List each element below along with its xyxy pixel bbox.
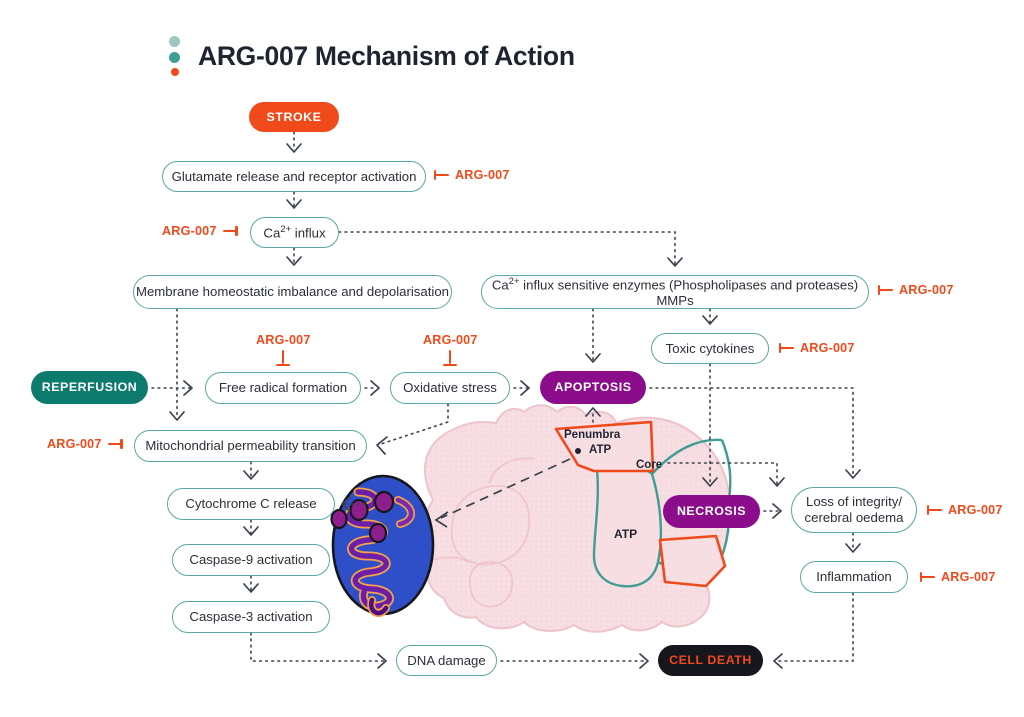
- inhibitor-marker-arg-inflam: ARG-007: [920, 570, 996, 584]
- inhibitor-marker-arg-glutamate: ARG-007: [434, 168, 510, 182]
- node-label: NECROSIS: [676, 504, 747, 519]
- node-glutamate[interactable]: Glutamate release and receptor activatio…: [162, 161, 426, 192]
- inhibitor-label: ARG-007: [455, 168, 510, 182]
- node-casp3[interactable]: Caspase-3 activation: [172, 601, 330, 633]
- inhibitor-marker-arg-mpt: ARG-007: [47, 437, 123, 451]
- inhibition-tbar-icon: [107, 439, 123, 449]
- inhibitor-label: ARG-007: [941, 570, 996, 584]
- node-apoptosis[interactable]: APOPTOSIS: [540, 371, 646, 404]
- node-label: Membrane homeostatic imbalance and depol…: [135, 284, 450, 300]
- inhibitor-marker-arg-enzymes: ARG-007: [878, 283, 954, 297]
- inhibition-tbar-icon: [276, 350, 291, 367]
- node-lossint[interactable]: Loss of integrity/cerebral oedema: [791, 487, 917, 533]
- diagram-canvas: ARG-007 Mechanism of Action Penumbra ATP…: [0, 0, 1024, 717]
- node-label: Toxic cytokines: [665, 340, 755, 356]
- node-label: Oxidative stress: [403, 380, 497, 396]
- node-calcium[interactable]: Ca2+ influx: [250, 217, 339, 248]
- inhibition-tbar-icon: [434, 170, 449, 180]
- inhibitor-marker-arg-cytokines: ARG-007: [779, 341, 855, 355]
- node-label: Glutamate release and receptor activatio…: [171, 168, 417, 184]
- inhibition-tbar-icon: [920, 572, 935, 582]
- inhibitor-marker-arg-freerad: ARG-007: [256, 333, 311, 367]
- node-label: REPERFUSION: [41, 380, 138, 395]
- node-oxidative[interactable]: Oxidative stress: [390, 372, 510, 404]
- node-cytokines[interactable]: Toxic cytokines: [651, 333, 769, 364]
- node-label: Caspase-3 activation: [189, 609, 313, 625]
- node-label: STROKE: [266, 109, 322, 124]
- node-label: Caspase-9 activation: [189, 552, 313, 568]
- inhibitor-label: ARG-007: [800, 341, 855, 355]
- node-label: Inflammation: [816, 569, 892, 585]
- node-label: Free radical formation: [218, 380, 348, 396]
- node-layer: STROKE Glutamate release and receptor act…: [0, 0, 1024, 717]
- node-reperfusion[interactable]: REPERFUSION: [31, 371, 148, 404]
- node-label: Cytochrome C release: [185, 496, 317, 512]
- node-label: Loss of integrity/cerebral oedema: [804, 494, 904, 525]
- node-label: Mitochondrial permeability transition: [145, 438, 356, 454]
- node-stroke[interactable]: STROKE: [249, 102, 339, 132]
- inhibition-tbar-icon: [927, 505, 942, 515]
- node-label: Ca2+ influx: [263, 224, 326, 241]
- node-cytc[interactable]: Cytochrome C release: [167, 488, 335, 520]
- node-label: DNA damage: [407, 652, 486, 668]
- inhibitor-label: ARG-007: [899, 283, 954, 297]
- node-freeradical[interactable]: Free radical formation: [205, 372, 361, 404]
- inhibition-tbar-icon: [878, 285, 893, 295]
- inhibitor-label: ARG-007: [162, 224, 217, 238]
- node-celldeath[interactable]: CELL DEATH: [658, 645, 763, 676]
- node-dna[interactable]: DNA damage: [396, 645, 497, 676]
- node-mpt[interactable]: Mitochondrial permeability transition: [134, 430, 367, 462]
- node-label: APOPTOSIS: [554, 380, 632, 395]
- node-label: Ca2+ influx sensitive enzymes (Phospholi…: [491, 275, 859, 308]
- inhibitor-label: ARG-007: [423, 333, 478, 347]
- node-inflammation[interactable]: Inflammation: [800, 561, 908, 593]
- node-membrane[interactable]: Membrane homeostatic imbalance and depol…: [133, 275, 452, 309]
- inhibitor-marker-arg-calcium: ARG-007: [162, 224, 238, 238]
- inhibition-tbar-icon: [222, 226, 238, 236]
- inhibition-tbar-icon: [443, 350, 458, 367]
- node-casp9[interactable]: Caspase-9 activation: [172, 544, 330, 576]
- inhibitor-label: ARG-007: [948, 503, 1003, 517]
- node-enzymes[interactable]: Ca2+ influx sensitive enzymes (Phospholi…: [481, 275, 869, 309]
- inhibitor-marker-arg-oxidative: ARG-007: [423, 333, 478, 367]
- inhibitor-label: ARG-007: [47, 437, 102, 451]
- inhibition-tbar-icon: [779, 343, 794, 353]
- node-label: CELL DEATH: [669, 653, 752, 668]
- node-necrosis[interactable]: NECROSIS: [663, 495, 760, 528]
- inhibitor-marker-arg-lossint: ARG-007: [927, 503, 1003, 517]
- inhibitor-label: ARG-007: [256, 333, 311, 347]
